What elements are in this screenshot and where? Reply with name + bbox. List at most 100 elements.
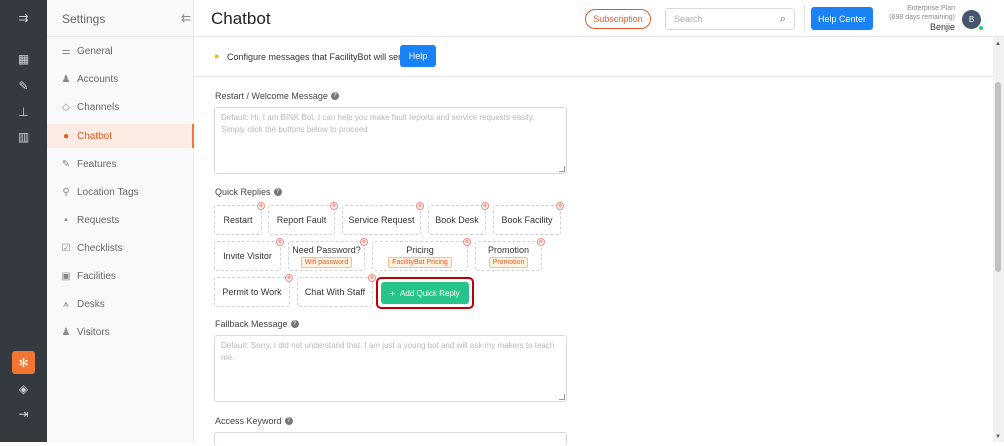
help-tooltip-icon[interactable]: ?	[290, 320, 299, 328]
scrollbar-thumb[interactable]	[995, 82, 1001, 272]
dashboard-icon[interactable]: ▦	[0, 47, 47, 71]
add-quick-reply-button[interactable]: + Add Quick Reply	[381, 282, 469, 304]
quick-reply-chip[interactable]: Chat With Staff ⊗	[297, 274, 376, 307]
remove-icon[interactable]: ⊗	[463, 238, 471, 246]
chip-tag: Wifi password	[300, 256, 353, 268]
label-text: Restart / Welcome Message	[215, 91, 328, 101]
sidebar-item-general[interactable]: ⚌ General	[47, 39, 194, 63]
help-center-button[interactable]: Help Center	[811, 7, 873, 30]
quick-reply-chip[interactable]: Pricing FacilityBot Pricing ⊗	[372, 238, 471, 271]
scrollbar[interactable]: ▲ ▼	[993, 37, 1004, 442]
wrench-icon[interactable]: ✎	[0, 74, 47, 98]
remove-icon[interactable]: ⊗	[416, 202, 424, 210]
logout-icon[interactable]: ⇥	[0, 402, 47, 426]
chatbot-form: Restart / Welcome Message ? Default: Hi,…	[194, 77, 993, 446]
quick-reply-chip[interactable]: Book Facility ⊗	[493, 202, 564, 235]
sidebar-item-label: Chatbot	[77, 130, 113, 142]
quick-reply-chip[interactable]: Need Password? Wifi password ⊗	[288, 238, 368, 271]
fallback-message-label: Fallback Message ?	[215, 319, 299, 329]
welcome-message-label: Restart / Welcome Message ?	[215, 91, 339, 101]
quick-reply-chip[interactable]: Report Fault ⊗	[268, 202, 338, 235]
top-header: Chatbot Subscription Search ⌕ Help Cente…	[194, 0, 1004, 37]
sidebar-item-label: Accounts	[77, 73, 119, 85]
welcome-message-textarea[interactable]: Default: Hi, I am BINK Bot. I can help y…	[214, 107, 567, 174]
quick-reply-chip[interactable]: Invite Visitor ⊗	[214, 238, 284, 271]
help-tooltip-icon[interactable]: ?	[273, 188, 282, 196]
scroll-up-icon[interactable]: ▲	[995, 41, 1001, 47]
analytics-icon[interactable]: ▥	[0, 125, 47, 149]
sidebar-item-features[interactable]: ✎ Features	[47, 152, 194, 176]
remove-icon[interactable]: ⊗	[368, 274, 376, 282]
calendar-icon: ▣	[61, 270, 71, 282]
sidebar-item-accounts[interactable]: ♟ Accounts	[47, 67, 194, 91]
remove-icon[interactable]: ⊗	[556, 202, 564, 210]
subscription-button[interactable]: Subscription	[585, 9, 651, 29]
chip-label: Service Request	[348, 215, 415, 225]
sidebar-item-chatbot[interactable]: ● Chatbot	[47, 124, 194, 148]
visitors-icon: ♟	[61, 326, 71, 338]
scroll-down-icon[interactable]: ▼	[995, 434, 1001, 440]
resize-handle[interactable]	[559, 166, 565, 172]
online-status-icon	[978, 25, 984, 31]
chip-label: Need Password?	[292, 244, 361, 255]
sidebar-item-label: Requests	[77, 214, 120, 226]
requests-icon: ▪	[64, 214, 68, 226]
quick-reply-chip[interactable]: Restart ⊗	[214, 202, 265, 235]
chat-icon: ●	[62, 130, 70, 142]
help-tooltip-icon[interactable]: ?	[330, 92, 339, 100]
page-title: Chatbot	[211, 9, 271, 28]
quick-reply-chip[interactable]: Service Request ⊗	[342, 202, 424, 235]
sidebar-item-facilities[interactable]: ▣ Facilities	[47, 264, 194, 288]
org-icon[interactable]: ⊥	[0, 100, 47, 124]
remove-icon[interactable]: ⊗	[257, 202, 265, 210]
settings-sidebar: Settings ⇇ ⚌ General ♟ Accounts ◇ Channe…	[47, 0, 194, 442]
chip-label: Pricing	[406, 244, 434, 255]
textarea-placeholder: Default: Hi, I am BINK Bot. I can help y…	[221, 113, 535, 134]
sidebar-item-checklists[interactable]: ☑ Checklists	[47, 236, 194, 260]
wrench-icon: ✎	[61, 158, 71, 170]
sidebar-item-desks[interactable]: ⩚ Desks	[47, 292, 194, 316]
chip-label: Invite Visitor	[223, 251, 272, 261]
plan-name: Enterprise Plan	[907, 5, 955, 12]
quick-reply-chip[interactable]: Book Desk ⊗	[428, 202, 489, 235]
chip-label: Book Desk	[435, 215, 479, 225]
sidebar-item-visitors[interactable]: ♟ Visitors	[47, 320, 194, 344]
label-text: Fallback Message	[215, 319, 288, 329]
sidebar-item-label: Features	[77, 158, 117, 170]
remove-icon[interactable]: ⊗	[330, 202, 338, 210]
box-icon[interactable]: ◈	[0, 377, 47, 401]
textarea-placeholder: Default: Sorry, I did not understand tha…	[221, 341, 555, 362]
remove-icon[interactable]: ⊗	[276, 238, 284, 246]
chip-tag: FacilityBot Pricing	[388, 256, 452, 268]
remove-icon[interactable]: ⊗	[285, 274, 293, 282]
sidebar-item-channels[interactable]: ◇ Channels	[47, 95, 194, 119]
user-name: Benjie	[929, 22, 955, 32]
search-placeholder: Search	[674, 14, 703, 24]
sidebar-item-requests[interactable]: ▪ Requests	[47, 208, 194, 232]
sidebar-item-label: General	[77, 45, 113, 57]
remove-icon[interactable]: ⊗	[360, 238, 368, 246]
label-text: Access Keyword	[215, 416, 282, 426]
quick-reply-chip[interactable]: Permit to Work ⊗	[214, 274, 293, 307]
settings-icon[interactable]: ✻	[12, 351, 35, 374]
chip-label: Promotion	[487, 244, 530, 255]
sidebar-item-location-tags[interactable]: ⚲ Location Tags	[47, 180, 194, 204]
search-input[interactable]: Search ⌕	[665, 8, 795, 30]
remove-icon[interactable]: ⊗	[481, 202, 489, 210]
sidebar-title: Settings	[62, 12, 106, 26]
help-tooltip-icon[interactable]: ?	[284, 417, 293, 425]
access-keyword-input[interactable]	[214, 432, 567, 446]
remove-icon[interactable]: ⊗	[537, 238, 545, 246]
help-button[interactable]: Help	[400, 45, 436, 67]
quick-reply-chip[interactable]: Promotion Promotion ⊗	[475, 238, 545, 271]
sliders-icon: ⚌	[61, 45, 71, 57]
resize-handle[interactable]	[559, 394, 565, 400]
menu-icon[interactable]: ⇉	[0, 6, 47, 30]
cube-icon: ◇	[62, 101, 70, 113]
label-text: Quick Replies	[215, 187, 271, 197]
sidebar-item-label: Location Tags	[77, 186, 139, 198]
collapse-icon[interactable]: ⇇	[181, 11, 191, 25]
add-quick-reply-label: Add Quick Reply	[400, 288, 460, 298]
chip-label: Chat With Staff	[304, 287, 366, 297]
fallback-message-textarea[interactable]: Default: Sorry, I did not understand tha…	[214, 335, 567, 402]
